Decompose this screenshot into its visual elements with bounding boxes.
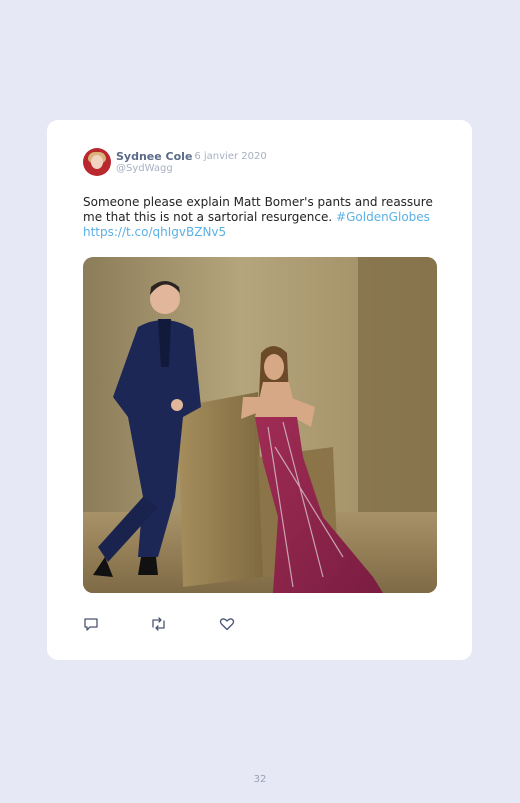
tweet-card: Sydnee Cole · 6 janvier 2020 @SydWagg So… [47,120,472,660]
tweet-url-link[interactable]: https://t.co/qhIgvBZNv5 [83,225,226,239]
page-number: 32 [253,774,267,785]
hashtag-link[interactable]: #GoldenGlobes [336,210,430,224]
author-name[interactable]: Sydnee Cole [116,150,192,163]
photo-illustration [83,257,437,593]
reply-icon[interactable] [83,616,99,631]
retweet-icon[interactable] [150,616,166,631]
like-icon[interactable] [219,616,235,631]
tweet-text: Someone please explain Matt Bomer's pant… [83,195,438,240]
avatar-face [91,155,103,169]
author-handle[interactable]: @SydWagg [116,163,173,174]
avatar[interactable] [83,148,111,176]
tweet-date[interactable]: · 6 janvier 2020 [188,151,267,162]
tweet-photo[interactable] [83,257,437,593]
gold-block-tall [178,392,263,587]
